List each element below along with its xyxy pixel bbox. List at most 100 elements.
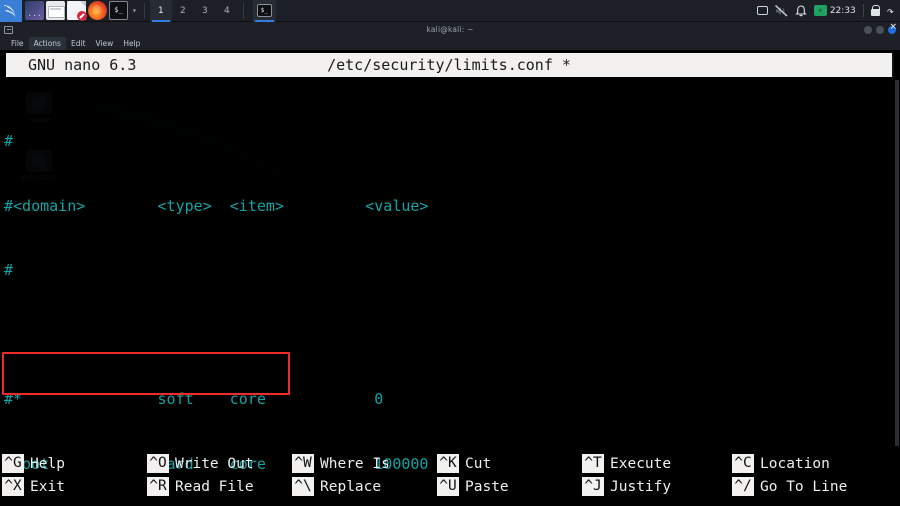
shortcut-label: Cut (465, 455, 492, 472)
error-badge-icon (77, 11, 87, 21)
shortcut-key: ^X (2, 477, 24, 496)
terminal-emulator-launcher[interactable] (25, 1, 44, 20)
launcher-group: $_ ▾ (22, 1, 139, 21)
shortcut-label: Paste (465, 478, 509, 495)
logout-icon[interactable]: ↷ (887, 4, 894, 18)
window-title: kali@kali: ~ (426, 25, 474, 34)
workspace-1[interactable]: 1 (149, 0, 172, 22)
workspace-4[interactable]: 4 (216, 0, 238, 22)
page-fold-icon (80, 1, 86, 7)
shortcut-key: ^J (582, 477, 604, 496)
menu-view[interactable]: View (91, 37, 119, 50)
nano-shortcut-bar: ^G Help ^X Exit ^O Write Out ^R Read Fil… (0, 454, 900, 500)
shortcut-key: ^R (147, 477, 169, 496)
shortcut-key: ^/ (732, 477, 754, 496)
shortcut-label: Read File (175, 478, 254, 495)
shortcut-execute[interactable]: ^T Execute (582, 454, 732, 473)
shortcut-label: Location (760, 455, 830, 472)
shortcut-column-5: ^T Execute ^J Justify (582, 454, 732, 500)
shortcut-label: Justify (610, 478, 672, 495)
shortcut-help[interactable]: ^G Help (2, 454, 147, 473)
maximize-button[interactable] (876, 25, 884, 34)
shortcut-column-3: ^W Where Is ^\ Replace (292, 454, 437, 500)
shortcut-where-is[interactable]: ^W Where Is (292, 454, 437, 473)
taskbar: $_ ▾ 1 2 3 4 $_ (0, 0, 900, 22)
editor-line: #* soft core 0 (4, 390, 384, 408)
shortcut-go-to-line[interactable]: ^/ Go To Line (732, 477, 882, 496)
terminal-window: kali@kali: ~ File Actions Edit View Help… (0, 22, 900, 506)
panel-divider (143, 2, 145, 19)
chevron-down-icon[interactable]: ▾ (132, 6, 137, 15)
menu-help[interactable]: Help (118, 37, 145, 50)
system-tray: 22:33 ↷ (756, 4, 900, 18)
menu-bar: File Actions Edit View Help (0, 37, 900, 50)
shortcut-column-6: ^C Location ^/ Go To Line (732, 454, 882, 500)
shortcut-label: Execute (610, 455, 672, 472)
shortcut-label: Replace (320, 478, 382, 495)
volume-muted-icon[interactable] (774, 4, 788, 17)
workspace-switcher: 1 2 3 4 (149, 0, 238, 22)
panel-divider (242, 2, 244, 19)
nano-editor-area[interactable]: # #<domain> <type> <item> <value> # #* s… (0, 82, 900, 473)
shortcut-key: ^U (437, 477, 459, 496)
shortcut-paste[interactable]: ^U Paste (437, 477, 582, 496)
editor-line: #<domain> <type> <item> <value> (4, 196, 429, 215)
bell-icon[interactable] (795, 4, 807, 17)
shortcut-column-4: ^K Cut ^U Paste (437, 454, 582, 500)
workspace-3[interactable]: 3 (194, 0, 216, 22)
bell-glyph (795, 4, 807, 16)
shortcut-key: ^O (147, 454, 169, 473)
shortcut-key: ^C (732, 454, 754, 473)
close-button[interactable] (888, 22, 897, 34)
shortcut-label: Go To Line (760, 478, 848, 495)
menu-file[interactable]: File (6, 37, 29, 50)
window-titlebar[interactable]: kali@kali: ~ (0, 22, 900, 37)
shortcut-justify[interactable]: ^J Justify (582, 477, 732, 496)
text-editor-launcher[interactable] (67, 1, 87, 21)
shortcut-label: Exit (30, 478, 65, 495)
window-controls (864, 22, 897, 34)
menu-edit[interactable]: Edit (66, 37, 91, 50)
terminal-scrollbar[interactable] (895, 80, 899, 446)
window-button-terminal[interactable]: $_ (252, 0, 276, 22)
shortcut-key: ^W (292, 454, 314, 473)
shortcut-read-file[interactable]: ^R Read File (147, 477, 292, 496)
kali-dragon-icon (4, 4, 16, 17)
shortcut-exit[interactable]: ^X Exit (2, 477, 147, 496)
editor-line: # (4, 132, 14, 150)
lock-icon[interactable] (870, 4, 881, 16)
shortcut-key: ^G (2, 454, 24, 473)
terminal-icon: $_ (256, 4, 272, 17)
menu-actions[interactable]: Actions (28, 37, 66, 50)
nano-filename-label: /etc/security/limits.conf * (327, 56, 571, 74)
shortcut-key: ^K (437, 454, 459, 473)
tray-divider (862, 4, 864, 17)
battery-charging-icon (813, 5, 827, 16)
shortcut-replace[interactable]: ^\ Replace (292, 477, 437, 496)
shortcut-label: Help (30, 455, 65, 472)
terminal-selected-launcher[interactable]: $_ (109, 1, 128, 20)
volume-muted-glyph (774, 4, 788, 17)
shortcut-location[interactable]: ^C Location (732, 454, 882, 473)
shortcut-key: ^\ (292, 477, 314, 496)
shortcut-cut[interactable]: ^K Cut (437, 454, 582, 473)
shortcut-column-1: ^G Help ^X Exit (2, 454, 147, 500)
kali-menu-button[interactable] (0, 0, 22, 22)
nano-title-bar: GNU nano 6.3 /etc/security/limits.conf * (6, 53, 894, 77)
display-icon[interactable] (756, 6, 768, 15)
terminal-content[interactable]: GNU nano 6.3 /etc/security/limits.conf *… (0, 50, 900, 506)
shortcut-column-2: ^O Write Out ^R Read File (147, 454, 292, 500)
shortcut-label: Where Is (320, 455, 390, 472)
battery-status[interactable]: 22:33 (813, 5, 856, 16)
minimize-button[interactable] (864, 25, 872, 34)
workspace-2[interactable]: 2 (172, 0, 194, 22)
shortcut-key: ^T (582, 454, 604, 473)
firefox-launcher[interactable] (88, 1, 107, 20)
screen: File System Home WPS 2019 (0, 0, 900, 506)
shortcut-write-out[interactable]: ^O Write Out (147, 454, 292, 473)
clock-label: 22:33 (829, 5, 856, 16)
editor-line: # (4, 261, 14, 279)
file-manager-launcher[interactable] (46, 1, 65, 20)
shortcut-label: Write Out (175, 455, 254, 472)
